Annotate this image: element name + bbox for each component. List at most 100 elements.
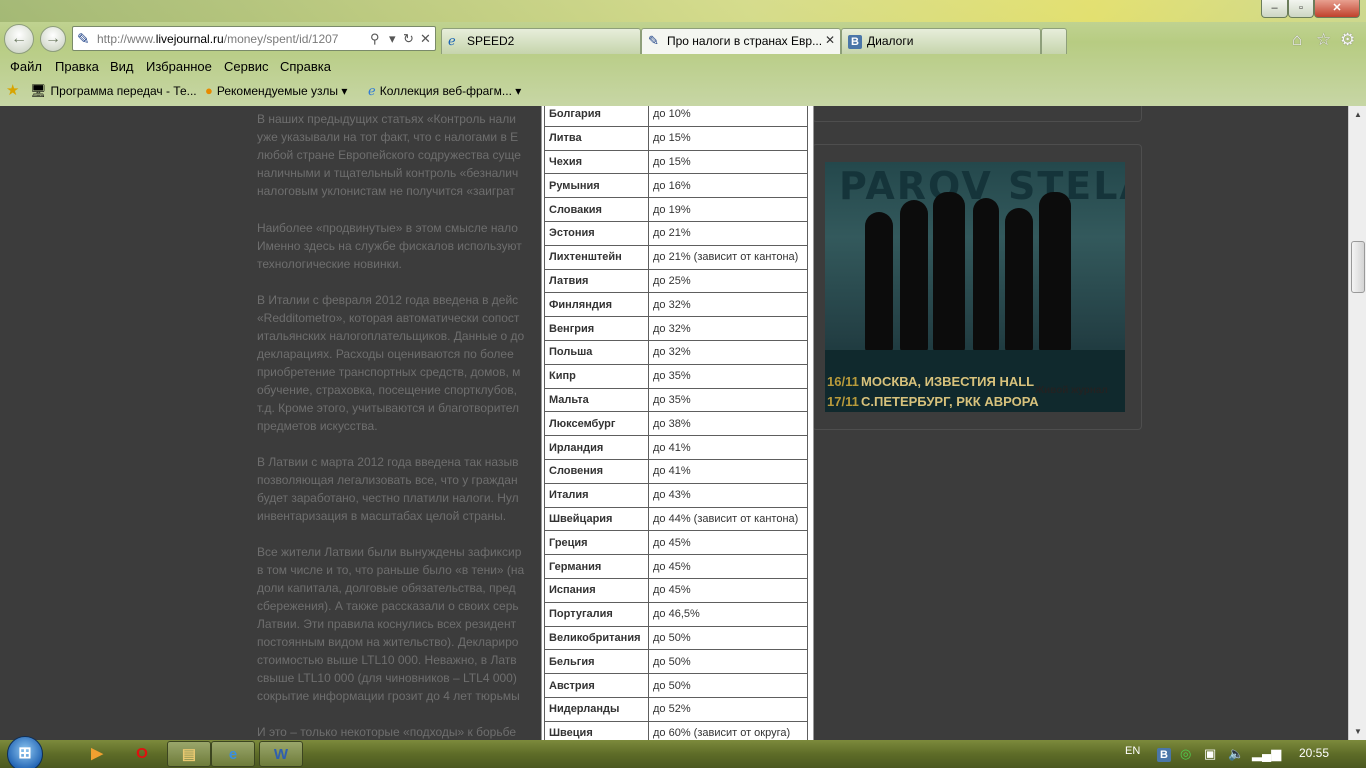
- back-button[interactable]: ←: [4, 24, 34, 54]
- rate-cell: до 25%: [648, 268, 808, 294]
- rate-cell: до 15%: [648, 125, 808, 151]
- home-icon[interactable]: ⌂: [1292, 30, 1302, 50]
- taskbar-button[interactable]: ▤: [167, 741, 211, 767]
- start-button[interactable]: ⊞: [7, 736, 43, 768]
- maximize-button[interactable]: ▫: [1288, 0, 1314, 18]
- web-slice-icon: ℯ: [368, 83, 376, 98]
- country-cell: Кипр: [544, 363, 649, 389]
- title-bar: [0, 0, 1366, 22]
- refresh-icon[interactable]: ↻: [403, 31, 414, 47]
- signal-strength-icon[interactable]: ▂▄▆: [1252, 746, 1281, 762]
- rate-cell: до 32%: [648, 316, 808, 341]
- rate-cell: до 35%: [648, 387, 808, 413]
- network-status-icon[interactable]: ◎: [1180, 746, 1191, 762]
- tax-table-overlay: Болгария до 10% Литва до 15% Чехия до 15% Румы…: [541, 106, 814, 740]
- country-cell: Венгрия: [544, 316, 649, 341]
- taskbar-button[interactable]: ▶: [75, 741, 119, 767]
- table-row: Эстония до 21%: [544, 220, 808, 246]
- menu-edit[interactable]: Правка: [55, 59, 99, 74]
- forward-arrow-icon: →: [45, 30, 61, 47]
- ad-venue: МОСКВА, ИЗВЕСТИЯ HALL: [861, 374, 1035, 389]
- menu-view[interactable]: Вид: [110, 59, 134, 74]
- minimize-button[interactable]: –: [1261, 0, 1288, 18]
- vk-tray-icon[interactable]: B: [1157, 746, 1171, 762]
- article-paragraph: В наших предыдущих статьях «Контроль нал…: [257, 112, 521, 198]
- taskbar-button[interactable]: O: [120, 741, 164, 767]
- country-cell: Греция: [544, 530, 649, 556]
- forward-button[interactable]: →: [40, 26, 66, 52]
- scroll-up-icon[interactable]: ▲: [1349, 106, 1366, 123]
- table-row: Греция до 45%: [544, 530, 808, 556]
- country-cell: Германия: [544, 554, 649, 579]
- chevron-down-icon: ▾: [341, 84, 348, 98]
- back-arrow-icon: ←: [11, 30, 27, 47]
- safely-remove-icon[interactable]: ▣: [1204, 746, 1216, 762]
- article-paragraph: Наиболее «продвинутые» в этом смысле нал…: [257, 221, 522, 271]
- stop-icon[interactable]: ✕: [420, 31, 431, 47]
- rate-cell: до 15%: [648, 149, 808, 175]
- vertical-scrollbar[interactable]: ▲ ▼: [1348, 106, 1366, 740]
- browser-chrome: – ▫ ✕ ← → ✎ http://www.livejournal.ru/mo…: [0, 0, 1366, 106]
- ad-sponsor-logo: Живой журнал: [1035, 385, 1108, 396]
- media-player-icon: ▶: [91, 745, 103, 762]
- scroll-down-icon[interactable]: ▼: [1349, 723, 1366, 740]
- menu-file[interactable]: Файл: [10, 59, 42, 74]
- favorite-tv-program[interactable]: 🖥 Программа передач - Те...: [30, 83, 197, 99]
- taskbar-button[interactable]: W: [259, 741, 303, 767]
- table-row: Германия до 45%: [544, 554, 808, 579]
- rate-cell: до 10%: [648, 106, 808, 127]
- address-dropdown-icon[interactable]: ▾: [389, 31, 396, 47]
- favorite-suggested-sites[interactable]: ● Рекомендуемые узлы ▾: [205, 83, 347, 98]
- table-row: Швейцария до 44% (зависит от кантона): [544, 506, 808, 532]
- favorite-web-slices[interactable]: ℯ Коллекция веб-фрагм... ▾: [368, 83, 521, 99]
- table-row: Австрия до 50%: [544, 673, 808, 698]
- rate-cell: до 21%: [648, 220, 808, 246]
- ad-venue: С.ПЕТЕРБУРГ, РКК АВРОРА: [861, 394, 1039, 409]
- language-indicator[interactable]: EN: [1125, 745, 1140, 757]
- menu-tools[interactable]: Сервис: [224, 59, 269, 74]
- vk-icon: B: [848, 33, 864, 49]
- new-tab-button[interactable]: [1041, 28, 1067, 54]
- favorite-label: Коллекция веб-фрагм...: [379, 84, 512, 98]
- rate-cell: до 38%: [648, 411, 808, 437]
- address-bar[interactable]: ✎ http://www.livejournal.ru/money/spent/…: [72, 26, 436, 51]
- menu-help[interactable]: Справка: [280, 59, 331, 74]
- lj-page-icon: ✎: [77, 31, 90, 48]
- add-favorites-star-icon[interactable]: ★: [6, 81, 19, 99]
- table-row: Финляндия до 32%: [544, 292, 808, 318]
- close-window-button[interactable]: ✕: [1314, 0, 1360, 18]
- volume-icon[interactable]: 🔈: [1228, 746, 1244, 762]
- scrollbar-thumb[interactable]: [1351, 241, 1365, 293]
- concert-ad-banner[interactable]: PAROV STELAR 16/11 МОСКВА, ИЗВЕСТИЯ HALL…: [825, 162, 1125, 412]
- country-cell: Румыния: [544, 173, 649, 199]
- minimize-icon: –: [1271, 2, 1278, 14]
- search-icon[interactable]: ⚲: [370, 31, 380, 47]
- favorites-bar: ★ 🖥 Программа передач - Те... ● Рекомендуе…: [0, 79, 1366, 103]
- tab-speed2[interactable]: ℯ SPEED2: [441, 28, 641, 54]
- tv-icon: 🖥: [30, 83, 47, 98]
- tab-taxes-article[interactable]: ✎ Про налоги в странах Евр... ✕: [641, 28, 841, 54]
- menu-favorites[interactable]: Избранное: [146, 59, 212, 74]
- table-row: Латвия до 25%: [544, 268, 808, 294]
- windows-taskbar: ⊞ ▶ O ▤ e W EN B ◎ ▣ 🔈 ▂▄▆ 20:55: [0, 736, 1366, 768]
- table-row: Испания до 45%: [544, 577, 808, 603]
- windows-logo-icon: ⊞: [18, 745, 32, 762]
- tab-dialogs[interactable]: B Диалоги: [841, 28, 1041, 54]
- table-row: Болгария до 10%: [544, 106, 808, 127]
- system-clock[interactable]: 20:55: [1299, 746, 1329, 760]
- close-tab-icon[interactable]: ✕: [825, 33, 835, 47]
- country-cell: Финляндия: [544, 292, 649, 318]
- address-url[interactable]: http://www.livejournal.ru/money/spent/id…: [97, 32, 338, 46]
- article-paragraph: В Латвии с марта 2012 года введена так н…: [257, 455, 519, 523]
- article-paragraph: И это – только некоторые «подходы» к бор…: [257, 725, 517, 739]
- country-cell: Португалия: [544, 601, 649, 627]
- favorites-star-icon[interactable]: ☆: [1316, 30, 1331, 50]
- country-cell: Словакия: [544, 197, 649, 222]
- tab-label: SPEED2: [467, 34, 515, 48]
- close-icon: ✕: [1332, 2, 1342, 14]
- tools-gear-icon[interactable]: ⚙: [1340, 30, 1355, 50]
- taskbar-button[interactable]: e: [211, 741, 255, 767]
- url-path: /money/spent/id/1207: [223, 32, 339, 46]
- table-row: Литва до 15%: [544, 125, 808, 151]
- band-member-figure: [1005, 208, 1033, 352]
